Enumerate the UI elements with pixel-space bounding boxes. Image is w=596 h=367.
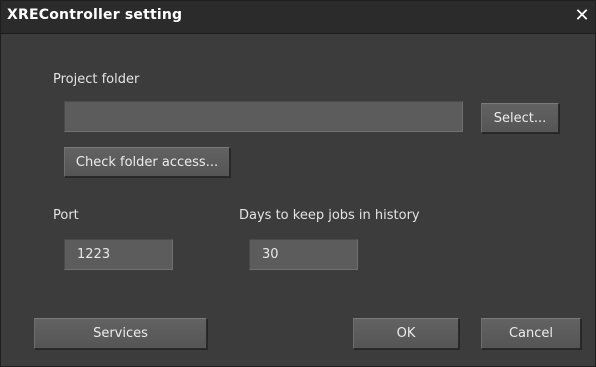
port-input[interactable] [64,239,173,270]
port-label: Port [53,208,79,223]
project-folder-input[interactable] [64,101,463,132]
ok-button[interactable]: OK [353,318,459,349]
history-days-input[interactable] [249,239,358,270]
title-bar[interactable]: XREController setting ✕ [1,1,595,34]
select-folder-button[interactable]: Select... [481,103,559,133]
history-days-label: Days to keep jobs in history [239,208,420,223]
cancel-button[interactable]: Cancel [481,318,581,349]
dialog-title: XREController setting [7,7,183,23]
check-folder-access-button[interactable]: Check folder access... [64,147,230,177]
project-folder-label: Project folder [53,72,140,87]
settings-dialog: XREController setting ✕ Project folder S… [0,0,596,367]
close-icon[interactable]: ✕ [571,4,593,28]
services-button[interactable]: Services [34,318,207,349]
